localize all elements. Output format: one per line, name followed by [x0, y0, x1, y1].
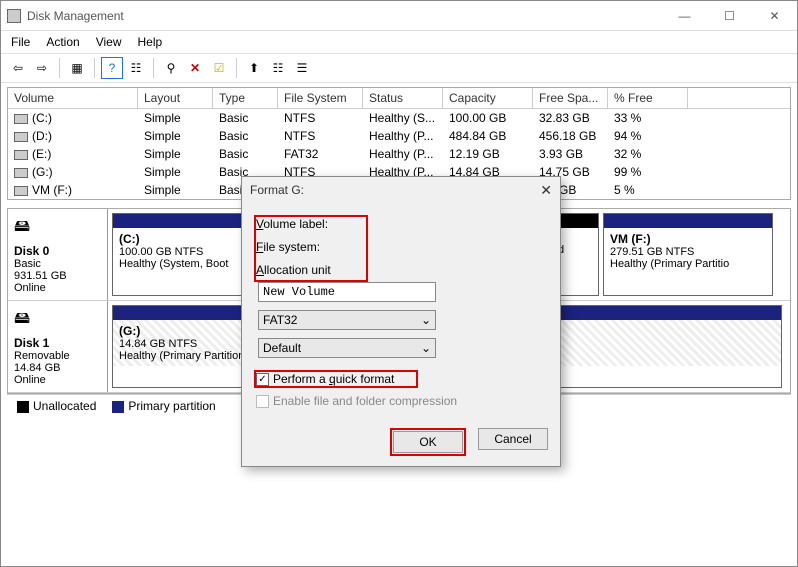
cancel-button[interactable]: Cancel — [478, 428, 548, 450]
column-header[interactable]: File System — [278, 88, 363, 108]
menu-bar: File Action View Help — [1, 31, 797, 53]
compression-label: Enable file and folder compression — [273, 394, 457, 408]
volume-label-input[interactable]: New Volume — [258, 282, 436, 302]
table-cell: 3.93 GB — [533, 146, 608, 162]
disk-info: 🖴Disk 0Basic931.51 GBOnline — [8, 209, 108, 300]
table-cell: NTFS — [278, 128, 363, 144]
connect-icon[interactable]: ⚲ — [160, 57, 182, 79]
menu-file[interactable]: File — [11, 35, 30, 49]
table-cell: Simple — [138, 110, 213, 126]
column-header[interactable]: Type — [213, 88, 278, 108]
column-header[interactable]: Capacity — [443, 88, 533, 108]
table-cell: Healthy (P... — [363, 146, 443, 162]
legend-primary: Primary partition — [128, 399, 215, 413]
disk-info: 🖴Disk 1Removable14.84 GBOnline — [8, 301, 108, 392]
column-header[interactable]: Status — [363, 88, 443, 108]
column-header[interactable]: Free Spa... — [533, 88, 608, 108]
allocation-label: llocation unit — [264, 263, 331, 277]
new-icon[interactable]: ⬆ — [243, 57, 265, 79]
table-cell: 99 % — [608, 164, 688, 180]
table-cell: 456.18 GB — [533, 128, 608, 144]
menu-view[interactable]: View — [96, 35, 122, 49]
table-cell: Basic — [213, 128, 278, 144]
table-cell: NTFS — [278, 110, 363, 126]
title-bar: Disk Management — ☐ ✕ — [1, 1, 797, 31]
refresh-icon[interactable]: ☷ — [125, 57, 147, 79]
table-cell: Basic — [213, 146, 278, 162]
table-cell: 32.83 GB — [533, 110, 608, 126]
volume-label-label: olume label: — [263, 217, 328, 231]
table-cell: 5 % — [608, 182, 688, 198]
grid-icon[interactable]: ▦ — [66, 57, 88, 79]
table-cell: 33 % — [608, 110, 688, 126]
partition[interactable]: VM (F:)279.51 GB NTFSHealthy (Primary Pa… — [603, 213, 773, 296]
allocation-select[interactable]: Default⌄ — [258, 338, 436, 358]
help-icon[interactable]: ? — [101, 57, 123, 79]
table-cell: 94 % — [608, 128, 688, 144]
legend-unallocated: Unallocated — [33, 399, 96, 413]
close-button[interactable]: ✕ — [752, 1, 797, 30]
forward-icon[interactable]: ⇨ — [31, 57, 53, 79]
properties-icon[interactable]: ☑ — [208, 57, 230, 79]
app-icon — [7, 9, 21, 23]
ok-button[interactable]: OK — [393, 431, 463, 453]
table-cell: 100.00 GB — [443, 110, 533, 126]
table-cell: Healthy (P... — [363, 128, 443, 144]
table-cell: (C:) — [8, 110, 138, 126]
column-header[interactable]: Layout — [138, 88, 213, 108]
partition[interactable]: (C:)100.00 GB NTFSHealthy (System, Boot — [112, 213, 242, 296]
window-title: Disk Management — [27, 9, 124, 23]
minimize-button[interactable]: — — [662, 1, 707, 30]
table-cell: VM (F:) — [8, 182, 138, 198]
file-system-label: ile system: — [263, 240, 320, 254]
column-header[interactable]: % Free — [608, 88, 688, 108]
menu-action[interactable]: Action — [46, 35, 79, 49]
maximize-button[interactable]: ☐ — [707, 1, 752, 30]
table-cell: (G:) — [8, 164, 138, 180]
table-cell: (D:) — [8, 128, 138, 144]
toolbar: ⇦ ⇨ ▦ ? ☷ ⚲ ✕ ☑ ⬆ ☷ ☰ — [1, 53, 797, 83]
table-cell: Simple — [138, 182, 213, 198]
table-cell: 484.84 GB — [443, 128, 533, 144]
volume-row[interactable]: (D:)SimpleBasicNTFSHealthy (P...484.84 G… — [8, 127, 790, 145]
file-system-select[interactable]: FAT32⌄ — [258, 310, 436, 330]
chevron-down-icon: ⌄ — [421, 341, 431, 355]
table-cell: 32 % — [608, 146, 688, 162]
table-cell: 12.19 GB — [443, 146, 533, 162]
table-cell: Simple — [138, 128, 213, 144]
compression-checkbox — [256, 395, 269, 408]
dialog-title: Format G: — [250, 183, 304, 197]
layout-icon[interactable]: ☰ — [291, 57, 313, 79]
table-cell: Simple — [138, 146, 213, 162]
column-header[interactable]: Volume — [8, 88, 138, 108]
table-cell: FAT32 — [278, 146, 363, 162]
table-cell: Basic — [213, 110, 278, 126]
volume-row[interactable]: (C:)SimpleBasicNTFSHealthy (S...100.00 G… — [8, 109, 790, 127]
table-cell: Healthy (S... — [363, 110, 443, 126]
settings-icon[interactable]: ☷ — [267, 57, 289, 79]
table-cell: (E:) — [8, 146, 138, 162]
delete-icon[interactable]: ✕ — [184, 57, 206, 79]
dialog-close-icon[interactable]: ✕ — [540, 182, 552, 199]
chevron-down-icon: ⌄ — [421, 313, 431, 327]
volume-row[interactable]: (E:)SimpleBasicFAT32Healthy (P...12.19 G… — [8, 145, 790, 163]
back-icon[interactable]: ⇦ — [7, 57, 29, 79]
format-dialog: Format G: ✕ Volume label: File system: A… — [241, 176, 561, 467]
menu-help[interactable]: Help — [138, 35, 163, 49]
quick-format-label: Perform a quick format — [273, 372, 394, 386]
quick-format-checkbox[interactable]: ✓ — [256, 373, 269, 386]
table-cell: Simple — [138, 164, 213, 180]
